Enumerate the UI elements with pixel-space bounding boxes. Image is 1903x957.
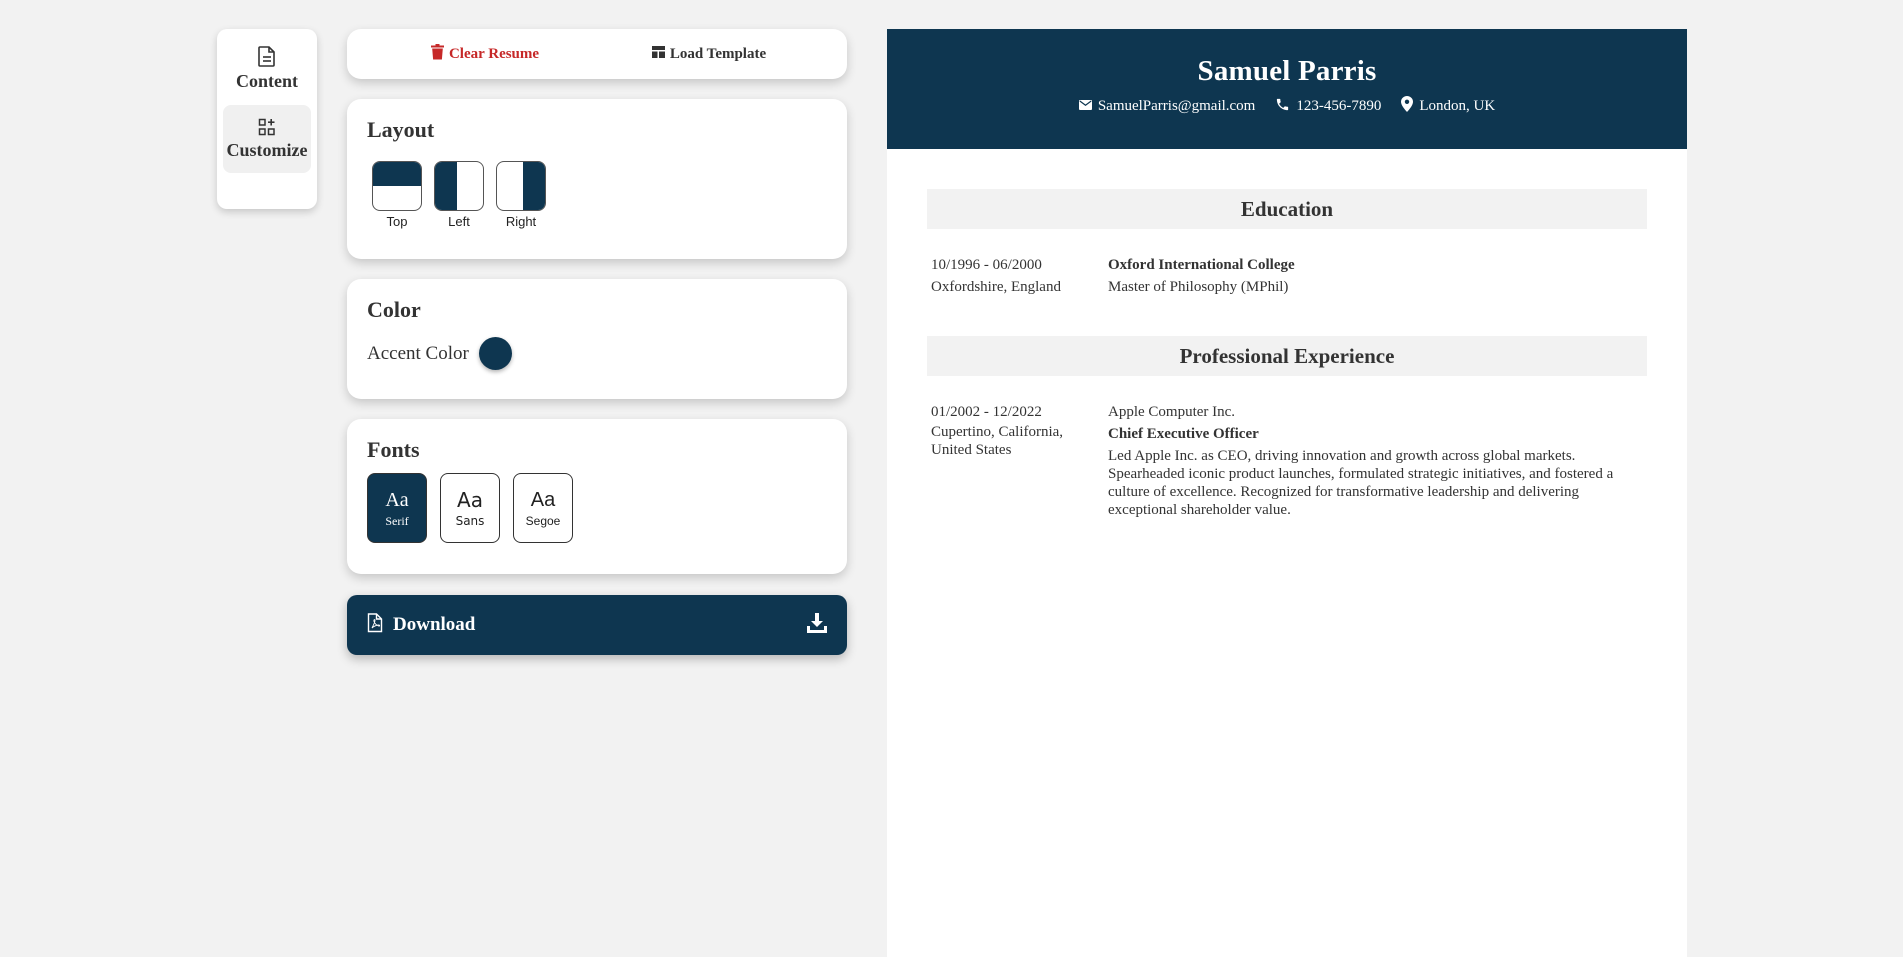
layout-option-top[interactable]: Top bbox=[372, 161, 422, 229]
load-template-button[interactable]: Load Template bbox=[597, 45, 847, 63]
font-option-label: Serif bbox=[385, 513, 409, 528]
layout-option-label: Top bbox=[386, 214, 408, 229]
nav-item-label: Customize bbox=[226, 139, 308, 160]
resume-body: Education 10/1996 - 06/2000 Oxfordshire,… bbox=[887, 149, 1687, 519]
download-button[interactable]: Download bbox=[347, 595, 847, 655]
nav-item-content[interactable]: Content bbox=[223, 35, 311, 103]
font-sample: Aa bbox=[457, 488, 483, 512]
load-template-label: Load Template bbox=[669, 45, 767, 62]
side-nav: Content Customize bbox=[217, 29, 317, 209]
contact-email: SamuelParris@gmail.com bbox=[1078, 96, 1256, 117]
location-text: London, UK bbox=[1419, 98, 1496, 114]
accent-color-swatch[interactable] bbox=[478, 337, 512, 370]
layout-panel: Layout Top Left Right bbox=[347, 99, 847, 259]
role-description: Led Apple Inc. as CEO, driving innovatio… bbox=[1108, 448, 1614, 518]
layout-right-icon bbox=[496, 161, 546, 211]
font-sample: Aa bbox=[530, 489, 556, 511]
pdf-file-icon bbox=[367, 612, 383, 638]
download-icon bbox=[807, 612, 827, 638]
contact-phone: 123-456-7890 bbox=[1275, 96, 1381, 117]
font-option-segoe[interactable]: Aa Segoe bbox=[513, 473, 573, 543]
layout-option-left[interactable]: Left bbox=[434, 161, 484, 229]
layout-option-label: Right bbox=[505, 214, 537, 229]
email-text: SamuelParris@gmail.com bbox=[1097, 98, 1256, 114]
education-heading: Education bbox=[927, 189, 1647, 229]
fonts-title: Fonts bbox=[367, 437, 420, 462]
layout-option-right[interactable]: Right bbox=[496, 161, 546, 229]
company-name: Apple Computer Inc. bbox=[1108, 404, 1236, 420]
location-pin-icon bbox=[1401, 96, 1414, 117]
document-icon bbox=[258, 46, 276, 67]
color-panel: Color Accent Color bbox=[347, 279, 847, 399]
layout-left-icon bbox=[434, 161, 484, 211]
experience-entry: 01/2002 - 12/2022 Cupertino, California,… bbox=[927, 401, 1647, 519]
download-label: Download bbox=[393, 614, 476, 635]
font-sample: Aa bbox=[385, 488, 409, 511]
nav-item-label: Content bbox=[236, 71, 298, 91]
trash-icon bbox=[430, 43, 444, 65]
layout-title: Layout bbox=[367, 117, 435, 142]
fonts-panel: Fonts Aa Serif Aa Sans Aa Segoe bbox=[347, 419, 847, 574]
entry-dates: 01/2002 - 12/2022 bbox=[931, 404, 1042, 420]
mail-icon bbox=[1078, 98, 1092, 115]
school-name: Oxford International College bbox=[1108, 257, 1295, 273]
entry-dates: 10/1996 - 06/2000 bbox=[931, 257, 1042, 273]
color-title: Color bbox=[367, 297, 421, 322]
widgets-icon bbox=[258, 118, 276, 136]
entry-location: Oxfordshire, England bbox=[931, 279, 1061, 295]
accent-color-label: Accent Color bbox=[367, 342, 469, 364]
education-entry: 10/1996 - 06/2000 Oxfordshire, England O… bbox=[927, 254, 1647, 298]
font-option-sans[interactable]: Aa Sans bbox=[440, 473, 500, 543]
contact-row: SamuelParris@gmail.com 123-456-7890 Lond… bbox=[887, 96, 1687, 117]
font-option-serif[interactable]: Aa Serif bbox=[367, 473, 427, 543]
degree-name: Master of Philosophy (MPhil) bbox=[1108, 279, 1289, 295]
resume-header: Samuel Parris SamuelParris@gmail.com 123… bbox=[887, 29, 1687, 149]
template-icon bbox=[651, 45, 665, 63]
experience-heading: Professional Experience bbox=[927, 336, 1647, 376]
contact-location: London, UK bbox=[1401, 96, 1495, 117]
resume-name: Samuel Parris bbox=[1197, 55, 1377, 87]
toolbar: Clear Resume Load Template bbox=[347, 29, 847, 79]
nav-item-customize[interactable]: Customize bbox=[223, 105, 311, 173]
layout-option-label: Left bbox=[448, 214, 470, 229]
font-option-label: Sans bbox=[455, 514, 485, 528]
clear-resume-button[interactable]: Clear Resume bbox=[347, 43, 597, 65]
phone-icon bbox=[1275, 97, 1290, 117]
layout-top-icon bbox=[372, 161, 422, 211]
role-title: Chief Executive Officer bbox=[1108, 426, 1259, 442]
phone-text: 123-456-7890 bbox=[1296, 98, 1382, 114]
entry-location: Cupertino, California, United States bbox=[931, 424, 1064, 458]
resume-preview: Samuel Parris SamuelParris@gmail.com 123… bbox=[887, 29, 1687, 957]
clear-resume-label: Clear Resume bbox=[448, 45, 540, 62]
font-option-label: Segoe bbox=[525, 514, 561, 528]
